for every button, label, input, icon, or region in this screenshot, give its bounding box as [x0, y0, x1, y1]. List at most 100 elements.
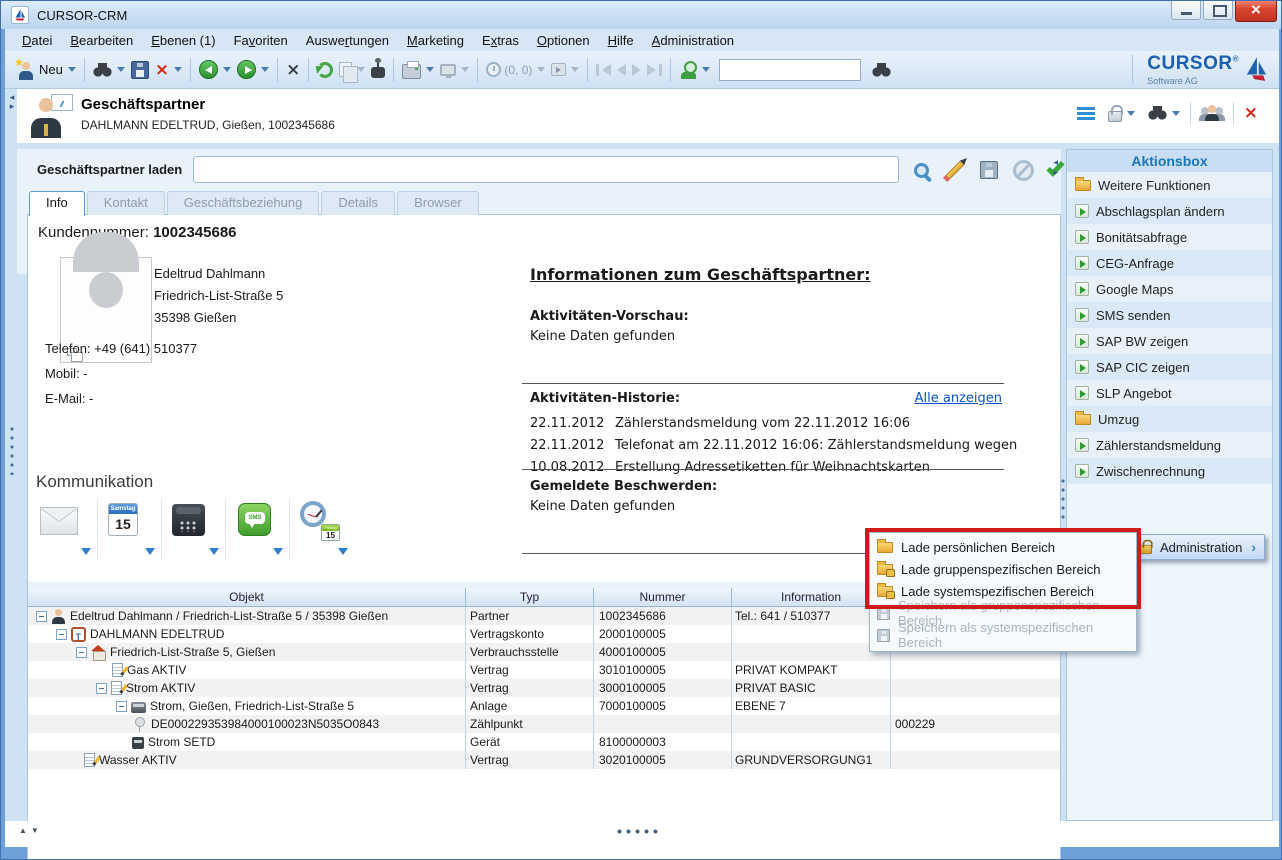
popup-menu-item[interactable]: Speichern als systemspezifischen Bereich	[870, 624, 1136, 646]
aktionsbox-item[interactable]: SMS senden	[1067, 302, 1272, 328]
tree-expander[interactable]	[56, 629, 67, 640]
menu-bar-item[interactable]: Optionen	[528, 31, 599, 50]
menu-bar-item[interactable]: Auswertungen	[297, 31, 398, 50]
save-button[interactable]	[128, 59, 152, 81]
menu-bar-item[interactable]: Bearbeiten	[61, 31, 142, 50]
right-splitter-toggle[interactable]: ◂▸	[1053, 157, 1058, 177]
tree-expander[interactable]	[36, 611, 47, 622]
close-entity-button[interactable]: ×	[1241, 102, 1261, 124]
first-record-button[interactable]	[593, 62, 614, 78]
send-email-button[interactable]	[34, 499, 98, 559]
quick-search-input[interactable]	[719, 59, 861, 81]
menu-bar-item[interactable]: Datei	[13, 31, 61, 50]
right-splitter-handle[interactable]	[1061, 479, 1065, 523]
contact-persons-button[interactable]	[1198, 103, 1226, 123]
aktionsbox-item[interactable]: Google Maps	[1067, 276, 1272, 302]
export-button[interactable]	[548, 61, 582, 78]
minimize-button[interactable]	[1171, 1, 1201, 20]
aktionsbox-item[interactable]: Weitere Funktionen	[1067, 172, 1272, 198]
popup-menu-item[interactable]: Lade persönlichen Bereich	[870, 536, 1136, 558]
aktionsbox-item[interactable]: Umzug	[1067, 406, 1272, 432]
copy-button[interactable]	[336, 60, 368, 79]
create-task-button[interactable]: Freitag15	[290, 499, 354, 559]
aktionsbox-item[interactable]: Zwischenrechnung	[1067, 458, 1272, 484]
aktionsbox-item[interactable]: Zählerstandsmeldung	[1067, 432, 1272, 458]
tab[interactable]: Browser	[397, 191, 479, 215]
create-appointment-button[interactable]: Samstag15	[98, 499, 162, 559]
person-search-button[interactable]	[676, 59, 713, 81]
menu-bar-item[interactable]: Extras	[473, 31, 528, 50]
aktionsbox-item[interactable]: SAP CIC zeigen	[1067, 354, 1272, 380]
navigate-forward-button[interactable]	[234, 58, 272, 81]
left-splitter-handle[interactable]	[10, 427, 14, 475]
table-column-header[interactable]: Typ	[466, 588, 594, 606]
chevron-down-icon[interactable]	[461, 67, 469, 72]
tab[interactable]: Geschäftsbeziehung	[167, 191, 320, 215]
tree-expander[interactable]	[76, 647, 87, 658]
cti-button[interactable]	[368, 59, 388, 80]
chevron-down-icon[interactable]	[223, 67, 231, 72]
tree-expander[interactable]	[116, 701, 127, 712]
menu-bar-item[interactable]: Administration	[643, 31, 743, 50]
lock-record-button[interactable]	[1105, 102, 1138, 124]
left-splitter-toggle[interactable]: ◂▸	[7, 93, 17, 111]
quick-search-go-button[interactable]	[869, 61, 894, 79]
administration-button[interactable]: Administration ›	[1131, 534, 1265, 560]
chevron-down-icon[interactable]	[1172, 111, 1180, 116]
new-record-button[interactable]: ★ Neu	[13, 58, 79, 82]
chevron-down-icon[interactable]	[537, 67, 545, 72]
chevron-down-icon[interactable]	[81, 548, 91, 555]
save-search-button[interactable]	[973, 154, 1005, 186]
list-view-button[interactable]	[1074, 105, 1098, 122]
next-record-button[interactable]	[629, 62, 644, 78]
menu-bar-item[interactable]: Hilfe	[599, 31, 643, 50]
search-button[interactable]	[90, 61, 128, 79]
chevron-down-icon[interactable]	[117, 67, 125, 72]
aktionsbox-item[interactable]: SAP BW zeigen	[1067, 328, 1272, 354]
bottom-splitter-handle[interactable]	[617, 829, 661, 834]
chevron-down-icon[interactable]	[174, 67, 182, 72]
chevron-down-icon[interactable]	[68, 67, 76, 72]
table-row[interactable]: Strom AKTIV Vertrag 3000100005 PRIVAT BA…	[28, 679, 1060, 697]
show-all-link[interactable]: Alle anzeigen	[915, 391, 1002, 406]
edit-button[interactable]	[939, 154, 971, 186]
maximize-button[interactable]	[1203, 1, 1233, 20]
table-row[interactable]: Gas AKTIV Vertrag 3010100005 PRIVAT KOMP…	[28, 661, 1060, 679]
tab[interactable]: Kontakt	[87, 191, 165, 215]
print-button[interactable]	[399, 59, 437, 81]
view-button[interactable]	[437, 62, 472, 78]
bottom-splitter-arrows[interactable]: ▲▼	[19, 826, 43, 835]
menu-bar-item[interactable]: Marketing	[398, 31, 473, 50]
load-search-input[interactable]	[193, 156, 899, 183]
chevron-down-icon[interactable]	[209, 548, 219, 555]
table-row[interactable]: Strom, Gießen, Friedrich-List-Straße 5 A…	[28, 697, 1060, 715]
start-call-button[interactable]	[162, 499, 226, 559]
chevron-down-icon[interactable]	[273, 548, 283, 555]
search-execute-button[interactable]	[905, 154, 937, 186]
table-row[interactable]: Wasser AKTIV Vertrag 3020100005 GRUNDVER…	[28, 751, 1060, 769]
last-record-button[interactable]	[644, 62, 665, 78]
cancel-search-button[interactable]	[1007, 154, 1039, 186]
chevron-down-icon[interactable]	[338, 548, 348, 555]
send-sms-button[interactable]: SMS	[226, 499, 290, 559]
table-column-header[interactable]: Objekt	[28, 588, 466, 606]
chevron-down-icon[interactable]	[357, 67, 365, 72]
aktionsbox-item[interactable]: CEG-Anfrage	[1067, 250, 1272, 276]
menu-bar-item[interactable]: Ebenen (1)	[142, 31, 224, 50]
refresh-button[interactable]	[314, 60, 336, 80]
popup-menu-item[interactable]: Lade gruppenspezifischen Bereich	[870, 558, 1136, 580]
chevron-down-icon[interactable]	[261, 67, 269, 72]
menu-bar-item[interactable]: Favoriten	[225, 31, 297, 50]
aktionsbox-item[interactable]: Abschlagsplan ändern	[1067, 198, 1272, 224]
cancel-button[interactable]: ×	[283, 59, 303, 81]
previous-record-button[interactable]	[614, 62, 629, 78]
chevron-down-icon[interactable]	[571, 67, 579, 72]
delete-button[interactable]: ×	[152, 59, 185, 81]
table-row[interactable]: Strom SETD Gerät 8100000003	[28, 733, 1060, 751]
chevron-down-icon[interactable]	[145, 548, 155, 555]
entity-search-button[interactable]	[1145, 104, 1183, 122]
tree-expander[interactable]	[96, 683, 107, 694]
chevron-down-icon[interactable]	[702, 67, 710, 72]
aktionsbox-item[interactable]: Bonitätsabfrage	[1067, 224, 1272, 250]
table-row[interactable]: DE000229353984000100023N5035O0843 Zählpu…	[28, 715, 1060, 733]
